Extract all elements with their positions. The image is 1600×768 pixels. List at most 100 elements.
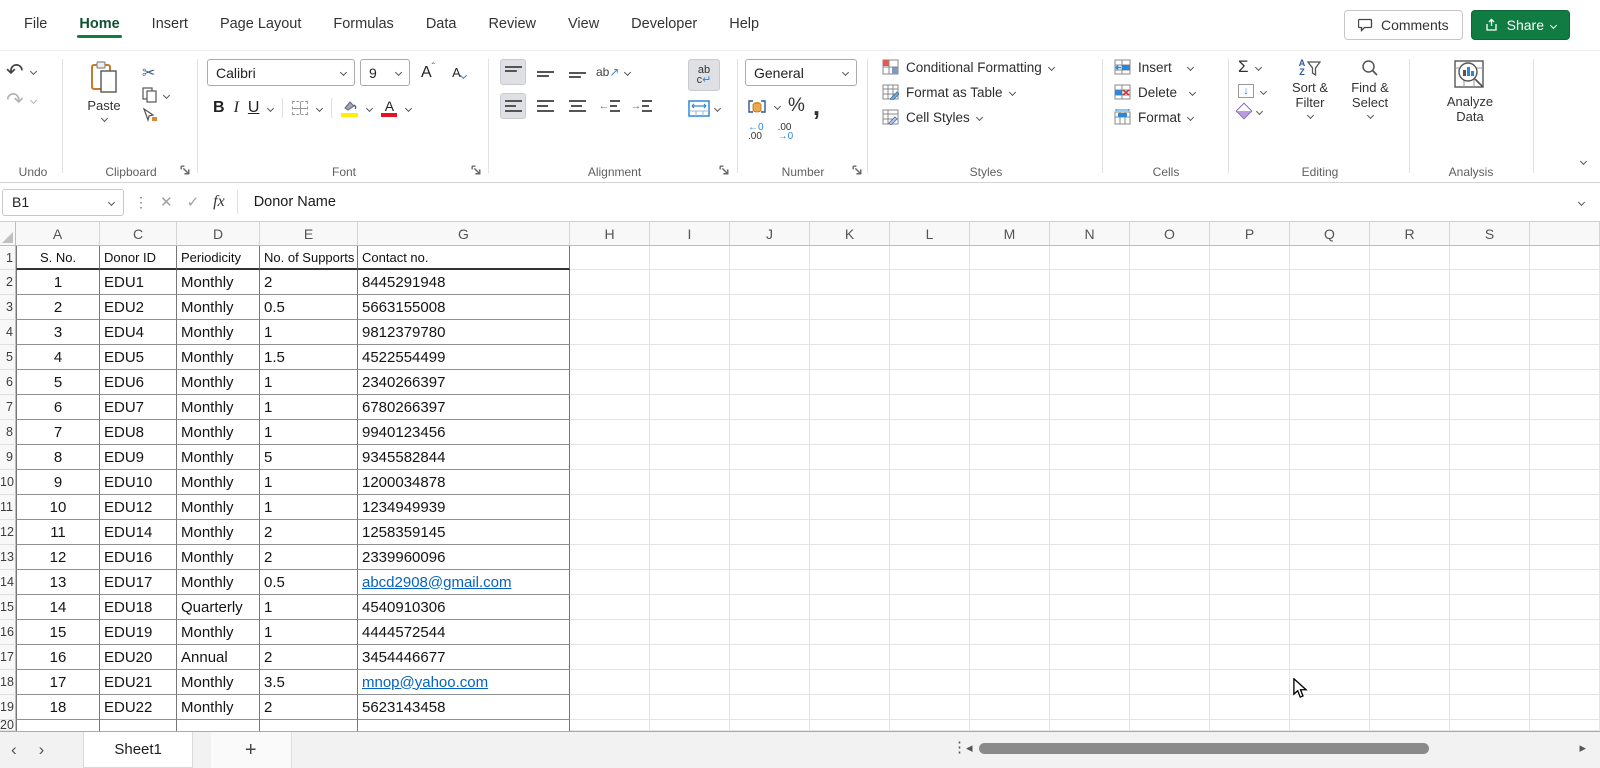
tab-developer[interactable]: Developer (617, 10, 711, 40)
row-header-20[interactable]: 20 (0, 720, 16, 731)
cell[interactable] (1290, 520, 1370, 545)
cell[interactable] (1210, 545, 1290, 570)
cell[interactable]: abcd2908@gmail.com (358, 570, 570, 595)
cell[interactable] (810, 595, 890, 620)
cell[interactable]: Monthly (177, 295, 260, 320)
cell[interactable] (1050, 370, 1130, 395)
cell[interactable] (970, 420, 1050, 445)
cell[interactable] (1370, 395, 1450, 420)
row-header-2[interactable]: 2 (0, 270, 16, 295)
cell[interactable]: 5663155008 (358, 295, 570, 320)
cell[interactable] (1450, 420, 1530, 445)
cell[interactable] (570, 695, 650, 720)
cell[interactable] (1370, 420, 1450, 445)
fill-button[interactable]: ↓ (1238, 84, 1266, 98)
column-header-J[interactable]: J (730, 222, 810, 245)
cell[interactable] (1210, 470, 1290, 495)
column-header-partial[interactable] (1530, 222, 1600, 245)
header-cell[interactable] (1130, 246, 1210, 270)
cell[interactable] (1210, 495, 1290, 520)
tab-home[interactable]: Home (65, 10, 133, 40)
cell[interactable] (1530, 720, 1600, 731)
copy-dropdown-icon[interactable] (163, 91, 170, 98)
align-center-button[interactable] (532, 93, 558, 119)
cell[interactable] (1210, 445, 1290, 470)
header-cell[interactable] (1290, 246, 1370, 270)
cell[interactable]: 0.5 (260, 295, 358, 320)
cell[interactable]: 1 (260, 620, 358, 645)
decrease-decimal-button[interactable]: .00→0 (778, 123, 794, 141)
cell[interactable] (1050, 595, 1130, 620)
cell[interactable] (810, 345, 890, 370)
tab-review[interactable]: Review (474, 10, 550, 40)
cell[interactable] (1530, 445, 1600, 470)
header-cell[interactable] (1050, 246, 1130, 270)
cell[interactable]: 10 (16, 495, 100, 520)
column-header-R[interactable]: R (1370, 222, 1450, 245)
collapse-ribbon-icon[interactable] (1580, 158, 1587, 165)
cell[interactable] (730, 295, 810, 320)
cell[interactable] (1210, 620, 1290, 645)
cell[interactable] (890, 270, 970, 295)
cell[interactable]: 9940123456 (358, 420, 570, 445)
cell[interactable] (570, 370, 650, 395)
font-dialog-launcher[interactable] (470, 164, 483, 177)
cell[interactable] (1050, 520, 1130, 545)
cell[interactable]: EDU19 (100, 620, 177, 645)
cell[interactable] (1210, 270, 1290, 295)
align-left-button[interactable] (500, 93, 526, 119)
cell[interactable] (1370, 545, 1450, 570)
row-header-4[interactable]: 4 (0, 320, 16, 345)
sort-filter-button[interactable]: AZ Sort & Filter (1284, 55, 1336, 122)
cell[interactable]: EDU7 (100, 395, 177, 420)
cell[interactable] (570, 720, 650, 731)
cell[interactable] (730, 420, 810, 445)
wrap-text-button[interactable]: ab c↵ (688, 59, 720, 91)
cell[interactable]: 8 (16, 445, 100, 470)
cell[interactable] (890, 370, 970, 395)
underline-button[interactable]: U (248, 99, 260, 117)
cell[interactable] (570, 470, 650, 495)
scroll-right-arrow[interactable]: ▸ (1579, 740, 1586, 756)
cell[interactable] (1130, 595, 1210, 620)
cell[interactable] (1210, 520, 1290, 545)
cell[interactable] (1450, 445, 1530, 470)
cell[interactable]: EDU12 (100, 495, 177, 520)
column-header-S[interactable]: S (1450, 222, 1530, 245)
undo-button[interactable]: ↶ (6, 59, 60, 84)
cell[interactable] (1450, 345, 1530, 370)
cell[interactable]: 1 (260, 470, 358, 495)
cell[interactable]: EDU6 (100, 370, 177, 395)
cell[interactable] (1050, 445, 1130, 470)
cell[interactable]: 1 (16, 270, 100, 295)
cell[interactable] (1130, 270, 1210, 295)
cell[interactable] (1530, 595, 1600, 620)
cell[interactable] (1290, 270, 1370, 295)
row-header-8[interactable]: 8 (0, 420, 16, 445)
cell[interactable] (570, 545, 650, 570)
row-header-11[interactable]: 11 (0, 495, 16, 520)
cell[interactable] (570, 620, 650, 645)
cell-styles-button[interactable]: Cell Styles (882, 109, 1100, 125)
cell[interactable] (1130, 495, 1210, 520)
cell[interactable]: Monthly (177, 270, 260, 295)
cell[interactable] (810, 695, 890, 720)
cell[interactable]: Monthly (177, 570, 260, 595)
cell[interactable] (1450, 720, 1530, 731)
number-dialog-launcher[interactable] (851, 164, 864, 177)
cell[interactable] (1530, 295, 1600, 320)
cell[interactable]: 5 (16, 370, 100, 395)
column-header-H[interactable]: H (570, 222, 650, 245)
cell[interactable] (1370, 270, 1450, 295)
cell[interactable]: EDU17 (100, 570, 177, 595)
cell[interactable] (810, 270, 890, 295)
cell[interactable] (1130, 320, 1210, 345)
cell[interactable]: 6780266397 (358, 395, 570, 420)
cell[interactable] (1370, 670, 1450, 695)
cell[interactable] (100, 720, 177, 731)
cell[interactable] (1530, 670, 1600, 695)
cell[interactable] (1130, 295, 1210, 320)
cell[interactable] (1370, 620, 1450, 645)
row-header-15[interactable]: 15 (0, 595, 16, 620)
cell[interactable] (970, 445, 1050, 470)
